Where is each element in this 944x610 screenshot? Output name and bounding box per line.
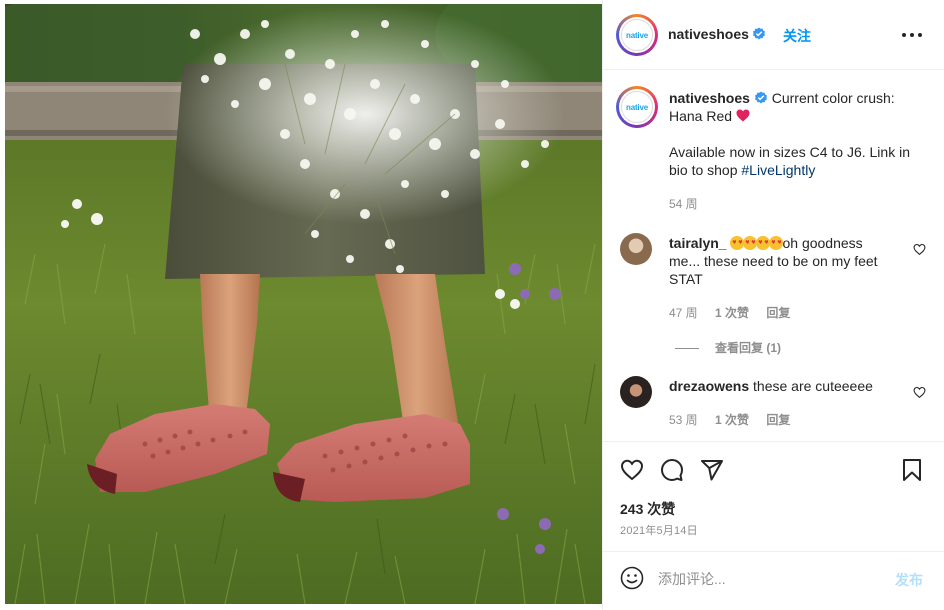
- commenter-avatar[interactable]: [620, 233, 652, 265]
- view-replies-button[interactable]: 查看回复 (1): [675, 339, 781, 356]
- hashtag-link[interactable]: #LiveLightly: [741, 162, 815, 178]
- comment-meta: 53 周 1 次赞 回复: [669, 411, 804, 428]
- comment-body: drezaowens these are cuteeeee: [669, 377, 897, 395]
- add-comment-bar: 发布: [603, 551, 944, 610]
- comment-text: these are cuteeeee: [753, 378, 873, 394]
- caption-avatar-logo: native: [621, 91, 653, 123]
- view-replies-label: 查看回复 (1): [715, 341, 782, 355]
- replies-divider-line: [675, 348, 699, 350]
- commenter-username[interactable]: tairalyn_: [669, 235, 727, 251]
- post-date[interactable]: 2021年5月14日: [620, 522, 698, 538]
- follow-button[interactable]: 关注: [783, 26, 811, 46]
- bookmark-icon[interactable]: [900, 458, 924, 482]
- caption-timestamp[interactable]: 54 周: [669, 195, 698, 212]
- comments-section: native nativeshoes Current color crush: …: [603, 71, 944, 441]
- post-actions: 243 次赞 2021年5月14日: [603, 441, 944, 553]
- comment-likes-count[interactable]: 1 次赞: [715, 413, 749, 427]
- post-caption: nativeshoes Current color crush: Hana Re…: [669, 89, 931, 179]
- caption-username[interactable]: nativeshoes: [669, 90, 750, 106]
- author-avatar-logo: native: [621, 19, 653, 51]
- heart-eyes-emoji-icon: [756, 236, 771, 250]
- post-photo-illustration: [5, 4, 602, 604]
- heart-eyes-emoji-icon: [730, 236, 745, 250]
- comment-icon[interactable]: [660, 458, 684, 482]
- more-options-icon[interactable]: [902, 24, 922, 44]
- author-username[interactable]: nativeshoes: [668, 26, 749, 42]
- comment-likes-count[interactable]: 1 次赞: [715, 306, 749, 320]
- heart-eyes-emoji-group: [730, 235, 784, 251]
- post-header: native nativeshoes 关注: [603, 0, 944, 70]
- verified-badge-icon: [753, 27, 765, 40]
- commenter-avatar[interactable]: [620, 376, 652, 408]
- comment-timestamp[interactable]: 47 周: [669, 306, 698, 320]
- share-icon[interactable]: [700, 458, 724, 482]
- comment-input[interactable]: [658, 568, 878, 590]
- comment-meta: 47 周 1 次赞 回复: [669, 304, 804, 321]
- author-avatar[interactable]: native: [616, 14, 658, 56]
- comment-like-heart-icon[interactable]: [913, 386, 926, 399]
- post-comment-button[interactable]: 发布: [895, 570, 923, 590]
- caption-author-avatar[interactable]: native: [616, 86, 658, 128]
- post-photo[interactable]: [5, 4, 602, 604]
- smiley-icon[interactable]: [620, 566, 644, 590]
- instagram-post-window: native nativeshoes 关注 native nativeshoes: [0, 0, 944, 610]
- comment-reply-button[interactable]: 回复: [766, 413, 790, 427]
- red-heart-emoji-icon: [736, 109, 750, 122]
- comment-body: tairalyn_ oh goodness me... these need t…: [669, 234, 897, 288]
- likes-count[interactable]: 243 次赞: [620, 499, 675, 519]
- commenter-username[interactable]: drezaowens: [669, 378, 749, 394]
- comment-reply-button[interactable]: 回复: [766, 306, 790, 320]
- verified-badge-icon: [754, 91, 767, 104]
- post-sidebar: native nativeshoes 关注 native nativeshoes: [602, 0, 944, 610]
- heart-icon[interactable]: [620, 458, 644, 482]
- comment-timestamp[interactable]: 53 周: [669, 413, 698, 427]
- comment-like-heart-icon[interactable]: [913, 243, 926, 256]
- heart-eyes-emoji-icon: [743, 236, 758, 250]
